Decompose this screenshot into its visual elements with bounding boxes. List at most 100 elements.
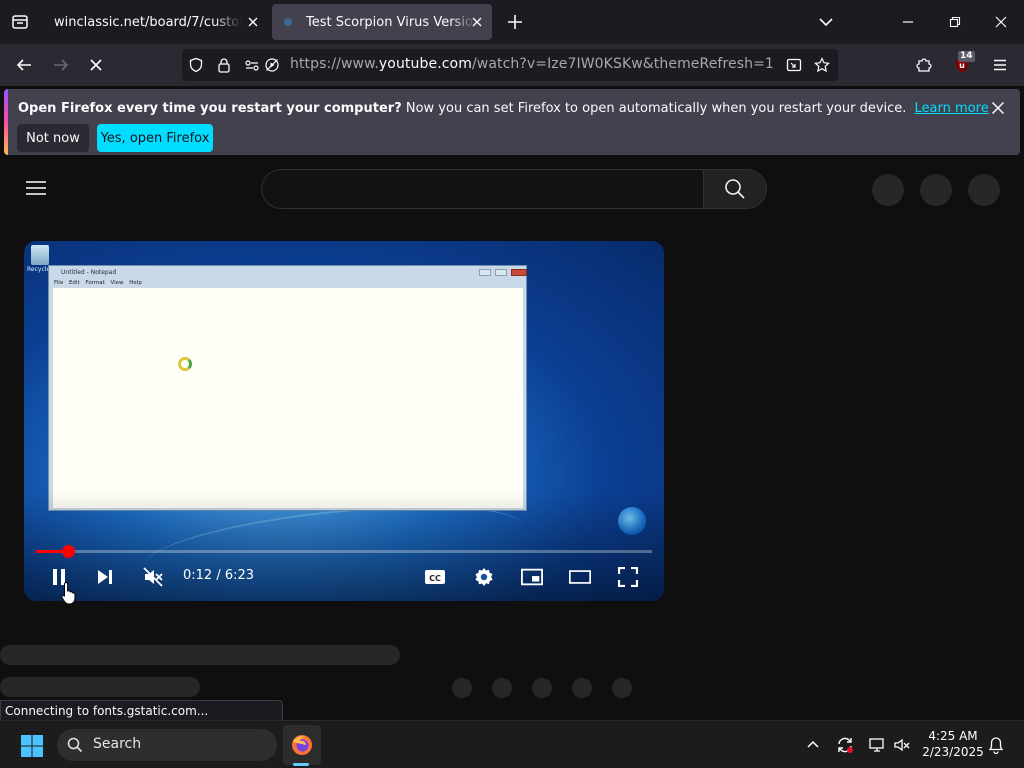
url-path: /watch?v=Ize7IW0KSKw&themeRefresh=1: [471, 56, 774, 72]
notifications-button[interactable]: [987, 736, 1005, 754]
close-window-button[interactable]: [991, 12, 1011, 32]
forward-button[interactable]: [49, 53, 73, 77]
notification-body: Now you can set Firefox to open automati…: [405, 101, 907, 116]
volume-tray-button[interactable]: [893, 736, 911, 754]
controls-scrim: [24, 491, 664, 601]
tab-youtube-active[interactable]: Test Scorpion Virus Version 3 in: [272, 4, 492, 40]
avatar-placeholder[interactable]: [968, 174, 1000, 206]
network-icon: [869, 738, 884, 752]
svg-text:u: u: [959, 61, 965, 70]
time-display: 0:12 / 6:23: [183, 568, 255, 583]
placeholder-button[interactable]: [920, 174, 952, 206]
youtube-search-input[interactable]: [261, 169, 704, 209]
next-button[interactable]: [94, 566, 116, 588]
sync-tray-button[interactable]: [836, 736, 854, 754]
arrow-right-icon: [54, 59, 69, 71]
bookmark-star-icon[interactable]: [814, 57, 830, 73]
learn-more-link[interactable]: Learn more: [915, 101, 989, 116]
action-skeleton: [492, 678, 512, 698]
close-notification-icon[interactable]: [990, 100, 1006, 116]
speaker-muted-icon: [894, 738, 910, 752]
firefox-view-icon: [12, 15, 28, 29]
settings-button[interactable]: [473, 566, 495, 588]
sync-alert-icon: [838, 737, 853, 753]
svg-text:CC: CC: [429, 574, 441, 583]
permissions-icon[interactable]: [244, 57, 260, 73]
windows-taskbar: Search 4:25 AM 2/23/2025: [0, 720, 1024, 768]
tab-winclassic[interactable]: winclassic.net/board/7/customizatio: [42, 4, 268, 40]
notification-heading: Open Firefox every time you restart your…: [18, 101, 402, 116]
fullscreen-icon: [618, 567, 638, 587]
extension-badge: 14: [958, 51, 975, 62]
guide-menu-icon[interactable]: [26, 180, 46, 196]
title-skeleton: [0, 645, 400, 665]
firefox-view-button[interactable]: [6, 8, 34, 36]
busy-cursor-icon: [178, 357, 192, 371]
active-app-indicator: [293, 763, 309, 766]
notepad-menu: File Edit Format View Help: [54, 280, 142, 286]
scrubber-handle[interactable]: [62, 545, 76, 558]
restore-button[interactable]: [945, 12, 965, 32]
tab-favicon-icon: [284, 18, 292, 26]
list-all-tabs-icon[interactable]: [816, 13, 836, 31]
minimize-icon: [903, 21, 913, 23]
action-skeleton: [532, 678, 552, 698]
tracking-protection-shield-icon[interactable]: [188, 57, 204, 73]
video-player[interactable]: Recycle Bin Untitled - Notepad File Edit…: [24, 241, 664, 601]
action-skeleton: [612, 678, 632, 698]
new-tab-icon[interactable]: [504, 11, 526, 33]
hand-cursor-icon: [61, 581, 76, 605]
theater-mode-button[interactable]: [569, 566, 591, 588]
taskbar-search-label: Search: [93, 736, 142, 752]
stop-loading-icon: [90, 59, 102, 71]
firefox-icon: [292, 735, 312, 755]
mute-button[interactable]: [142, 566, 164, 588]
show-hidden-icons-button[interactable]: [804, 736, 822, 754]
network-tray-button[interactable]: [868, 736, 886, 754]
navigation-toolbar: https://www.youtube.com/watch?v=Ize7IW0K…: [0, 44, 1024, 86]
action-skeleton: [572, 678, 592, 698]
app-menu-button[interactable]: [988, 53, 1012, 77]
miniplayer-button[interactable]: [521, 566, 543, 588]
arrow-left-icon: [16, 59, 31, 71]
notepad-maximize-icon: [495, 269, 507, 276]
notification-message: Open Firefox every time you restart your…: [18, 101, 989, 116]
extensions-button[interactable]: [912, 53, 936, 77]
lock-icon[interactable]: [216, 57, 232, 73]
url-bar[interactable]: https://www.youtube.com/watch?v=Ize7IW0K…: [182, 49, 838, 81]
notepad-close-icon: [511, 269, 527, 276]
taskbar-firefox-button[interactable]: [283, 725, 321, 765]
not-now-button[interactable]: Not now: [17, 124, 89, 152]
notepad-body: [53, 288, 523, 508]
progress-bar[interactable]: [36, 545, 652, 558]
action-skeleton: [452, 678, 472, 698]
windows-start-icon[interactable]: [20, 734, 44, 758]
close-tab-icon[interactable]: [470, 15, 484, 29]
clock-time: 4:25 AM: [928, 729, 978, 743]
back-button[interactable]: [12, 53, 36, 77]
youtube-search-button[interactable]: [703, 169, 767, 209]
skip-next-icon: [98, 570, 112, 584]
fullscreen-button[interactable]: [617, 566, 639, 588]
notepad-minimize-icon: [479, 269, 491, 276]
open-firefox-button[interactable]: Yes, open Firefox: [97, 124, 213, 152]
volume-muted-icon: [143, 567, 163, 587]
restore-icon: [949, 16, 961, 28]
url-host: youtube.com: [378, 56, 472, 72]
minimize-button[interactable]: [898, 12, 918, 32]
miniplayer-icon: [521, 568, 543, 586]
stop-button[interactable]: [84, 53, 108, 77]
close-tab-icon[interactable]: [246, 15, 260, 29]
tab-title: winclassic.net/board/7/customizatio: [54, 14, 242, 30]
taskbar-search-box[interactable]: Search: [57, 729, 277, 761]
clock-date: 2/23/2025: [922, 745, 984, 759]
taskbar-clock[interactable]: 4:25 AM 2/23/2025: [918, 728, 988, 760]
autoplay-blocked-icon[interactable]: [264, 57, 280, 73]
notepad-window: Untitled - Notepad File Edit Format View…: [48, 265, 527, 511]
captions-button[interactable]: CC: [424, 566, 446, 588]
url-text[interactable]: https://www.youtube.com/watch?v=Ize7IW0K…: [290, 56, 774, 72]
picture-in-picture-icon[interactable]: [786, 57, 802, 73]
notification-accent: [4, 89, 8, 155]
tab-strip: winclassic.net/board/7/customizatio Test…: [0, 0, 1024, 44]
placeholder-button[interactable]: [872, 174, 904, 206]
